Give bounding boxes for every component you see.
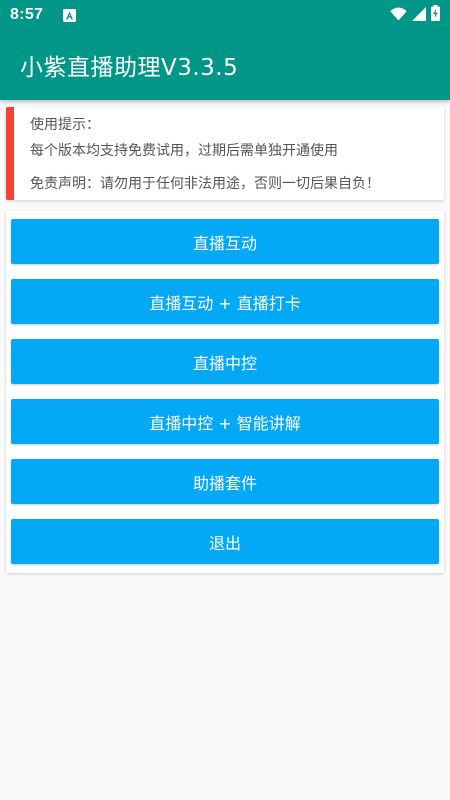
- app-bar: 小紫直播助理V3.3.5: [0, 30, 450, 100]
- status-time: 8:57: [10, 6, 44, 23]
- live-control-button[interactable]: 直播中控: [11, 339, 439, 384]
- live-control-smart-explain-button[interactable]: 直播中控 + 智能讲解: [11, 399, 439, 444]
- cellular-signal-icon: [412, 6, 426, 25]
- exit-button[interactable]: 退出: [11, 519, 439, 564]
- broadcast-assistant-kit-button[interactable]: 助播套件: [11, 459, 439, 504]
- notice-trial-text: 每个版本均支持免费试用，过期后需单独开通使用: [30, 143, 338, 159]
- notice-card: 使用提示： 每个版本均支持免费试用，过期后需单独开通使用 免责声明：请勿用于任何…: [6, 107, 444, 200]
- battery-charging-icon: [431, 5, 440, 25]
- app-title: 小紫直播助理V3.3.5: [20, 55, 239, 81]
- wifi-icon: [390, 6, 407, 25]
- notice-heading: 使用提示：: [30, 117, 100, 133]
- status-bar: 8:57: [0, 0, 450, 30]
- android-app-icon: [63, 8, 77, 22]
- status-icons: [390, 5, 440, 25]
- notice-disclaimer: 免责声明：请勿用于任何非法用途，否则一切后果自负！: [30, 176, 380, 192]
- live-interaction-checkin-button[interactable]: 直播互动 + 直播打卡: [11, 279, 439, 324]
- live-interaction-button[interactable]: 直播互动: [11, 219, 439, 264]
